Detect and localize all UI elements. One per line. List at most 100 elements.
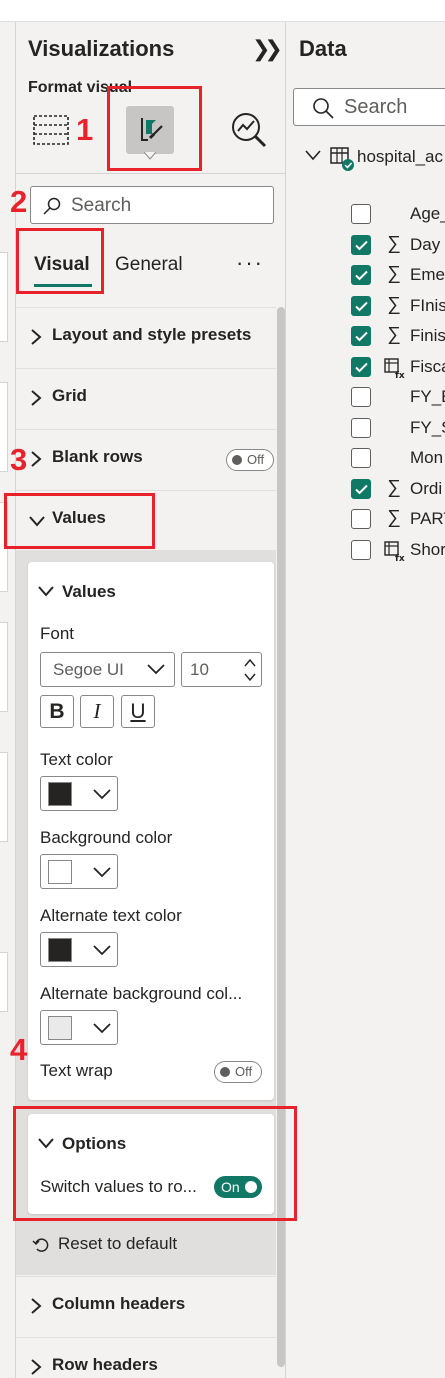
field-checkbox[interactable] [351, 234, 371, 255]
toggle-knob [220, 1067, 230, 1077]
section-label: Row headers [52, 1355, 158, 1374]
canvas-card [0, 952, 8, 1012]
text-color-label: Text color [40, 750, 113, 769]
section-column-headers[interactable]: Column headers [16, 1276, 276, 1336]
field-name: FY_E [410, 387, 445, 406]
font-family-select[interactable]: Segoe UI [40, 652, 175, 687]
annotation-number-4: 4 [10, 1032, 28, 1067]
checkmark-icon [355, 362, 368, 372]
pane-title: Visualizations [28, 36, 175, 61]
chevron-right-icon [31, 451, 42, 467]
sigma-icon: ∑ [387, 263, 401, 284]
field-checkbox[interactable] [351, 539, 371, 560]
data-search-input[interactable]: Search [293, 88, 445, 126]
checkmark-icon [355, 331, 368, 342]
sigma-icon: ∑ [387, 324, 401, 345]
checkmark-icon [355, 484, 368, 494]
section-label: Blank rows [52, 447, 143, 466]
field-checkbox[interactable] [351, 265, 371, 285]
svg-text:fx: fx [395, 371, 405, 379]
text-wrap-label: Text wrap [40, 1061, 113, 1080]
field-name: Emer [410, 265, 445, 284]
field-checkbox[interactable] [351, 509, 371, 529]
chevron-down-icon [93, 945, 111, 956]
sigma-icon: ∑ [387, 293, 401, 315]
alt-text-color-label: Alternate text color [40, 906, 182, 925]
field-checkbox[interactable] [351, 326, 371, 346]
font-size-value: 10 [190, 660, 209, 679]
field-checkbox[interactable] [351, 448, 371, 468]
annotation-number-3: 3 [10, 442, 28, 477]
search-placeholder: Search [344, 96, 408, 118]
reset-label: Reset to default [58, 1234, 178, 1253]
format-search-input[interactable]: Search [30, 186, 274, 224]
canvas-card [0, 752, 8, 842]
values-card: Values Font Segoe UI 10 B I U Text color… [28, 562, 274, 1100]
chevron-down-icon [305, 150, 321, 161]
blank-rows-toggle[interactable]: Off [226, 449, 274, 471]
section-blank-rows[interactable]: Blank rows Off [16, 429, 276, 489]
field-name: PART [410, 509, 445, 528]
color-swatch [48, 860, 72, 884]
more-options-icon[interactable]: ··· [236, 250, 264, 276]
data-pane-title: Data [299, 36, 347, 61]
section-layout-presets[interactable]: Layout and style presets [16, 307, 276, 367]
italic-button[interactable]: I [80, 695, 114, 728]
text-wrap-toggle[interactable]: Off [214, 1061, 262, 1083]
font-size-input[interactable]: 10 [181, 652, 262, 687]
field-name: Finis [410, 326, 445, 345]
underline-button[interactable]: U [121, 695, 155, 728]
tab-general[interactable]: General [115, 254, 183, 276]
top-strip [0, 0, 445, 22]
field-checkbox[interactable] [351, 417, 371, 438]
chevron-down-icon [93, 1023, 111, 1034]
field-name: Day [410, 234, 441, 254]
font-family-value: Segoe UI [53, 660, 124, 679]
bold-button[interactable]: B [40, 695, 74, 728]
field-name: Fisca [410, 356, 445, 376]
toggle-knob [232, 455, 242, 465]
field-checkbox[interactable] [351, 478, 371, 499]
toggle-label: Off [235, 1064, 253, 1079]
field-checkbox[interactable] [351, 204, 371, 224]
annotation-box-1 [107, 86, 202, 171]
build-visual-icon[interactable] [33, 115, 69, 145]
data-pane: Data Search hospital_ac Age_ ∑ Day ∑ Emer ∑ FI… [287, 22, 445, 1378]
annotation-box-3 [4, 493, 155, 549]
field-checkbox[interactable] [351, 356, 371, 377]
alt-bg-color-picker[interactable] [40, 1010, 118, 1045]
alt-bg-color-label: Alternate background col... [40, 984, 243, 1003]
color-swatch [48, 1016, 72, 1040]
subsection-label: Values [62, 582, 116, 601]
annotation-number-2: 2 [10, 184, 28, 219]
reset-icon [32, 1238, 49, 1252]
field-name: Age_ [410, 204, 445, 223]
background-color-picker[interactable] [40, 854, 118, 889]
search-icon [313, 98, 334, 119]
collapse-pane-icon[interactable]: ❯❯ [252, 36, 283, 62]
checkmark-icon [355, 301, 368, 311]
section-row-headers[interactable]: Row headers [16, 1337, 276, 1378]
section-grid[interactable]: Grid [16, 368, 276, 428]
chevron-right-icon [31, 329, 42, 345]
search-placeholder: Search [71, 195, 132, 216]
chevron-right-icon [31, 1298, 42, 1314]
checkmark-icon [355, 270, 368, 281]
alt-text-color-picker[interactable] [40, 932, 118, 967]
chevron-down-icon [147, 664, 165, 675]
canvas-card [0, 622, 8, 712]
background-color-label: Background color [40, 828, 173, 847]
field-checkbox[interactable] [351, 387, 371, 407]
annotation-box-2 [16, 228, 104, 294]
chevron-right-icon [31, 390, 42, 406]
spinner-icon[interactable] [243, 657, 257, 683]
text-color-picker[interactable] [40, 776, 118, 811]
sigma-icon: ∑ [387, 507, 401, 528]
analytics-icon[interactable] [229, 110, 269, 150]
chevron-down-icon [38, 586, 54, 597]
color-swatch [48, 782, 72, 806]
search-icon [43, 197, 61, 215]
field-name: Mon [410, 448, 444, 467]
table-name: hospital_ac [357, 147, 444, 166]
field-checkbox[interactable] [351, 295, 371, 316]
